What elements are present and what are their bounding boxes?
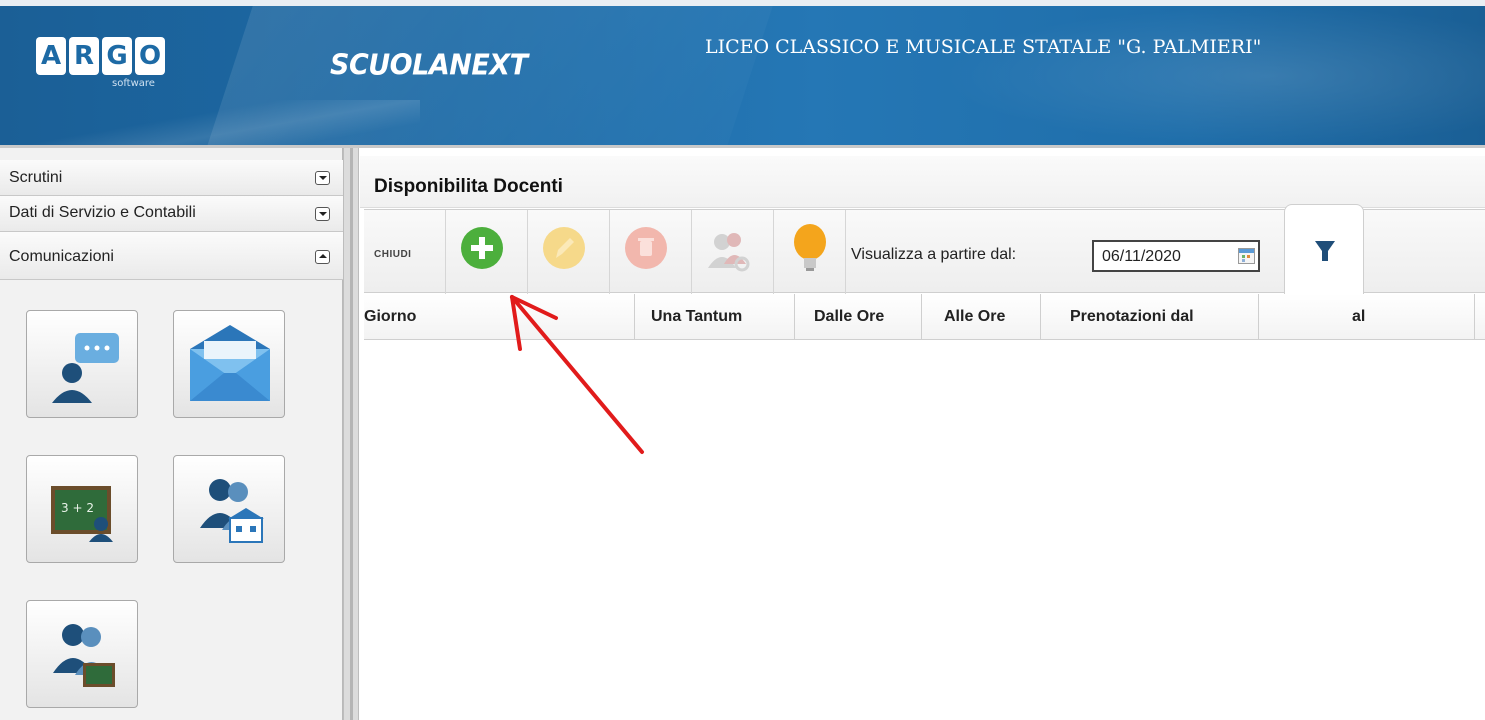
edit-icon [543,227,585,269]
column-label: Dalle Ore [814,308,885,325]
users-key-button[interactable] [692,210,774,294]
tile-messaggi[interactable] [173,310,285,418]
sidebar-menu-label: Comunicazioni [9,248,114,265]
column-header-dalle-ore[interactable]: Dalle Ore [795,294,922,340]
logo-letter: R [69,37,99,75]
close-button-label: CHIUDI [374,249,412,260]
add-icon [461,227,503,269]
tile-ricevimento[interactable]: 3 + 2 [26,455,138,563]
toolbar: CHIUDI Visualizza a partire dal: 06/11/2… [364,204,1485,296]
sidebar-menu-label: Dati di Servizio e Contabili [9,204,196,221]
tile-classe[interactable] [26,600,138,708]
logo-subtitle: software [112,78,155,89]
delete-icon [625,227,667,269]
school-name: LICEO CLASSICO E MUSICALE STATALE "G. PA… [705,36,1262,58]
delete-button[interactable] [610,210,692,294]
filter-tab[interactable] [1284,204,1364,296]
app-header: A R G O software SCUOLANEXT LICEO CLASSI… [0,0,1485,148]
header-decoration [0,100,420,145]
start-date-value: 06/11/2020 [1102,248,1181,265]
info-button[interactable] [774,210,846,294]
column-label: Prenotazioni dal [1070,308,1194,325]
blackboard-teacher-icon: 3 + 2 [51,486,113,542]
sidebar: Scrutini Dati di Servizio e Contabili Co… [0,148,343,720]
column-header-al[interactable]: al [1259,294,1475,340]
tile-genitori[interactable] [173,455,285,563]
splitter-handle[interactable] [350,148,353,720]
svg-text:3 + 2: 3 + 2 [61,501,94,515]
column-label: Una Tantum [651,308,743,325]
column-header-prenotazioni-dal[interactable]: Prenotazioni dal [1041,294,1259,340]
table-header: Giorno Una Tantum Dalle Ore Alle Ore Pre… [364,294,1485,340]
column-header-una-tantum[interactable]: Una Tantum [635,294,795,340]
filter-icon [1315,241,1335,261]
people-blackboard-icon [53,624,115,687]
panel-splitter[interactable] [343,148,359,720]
start-date-field[interactable]: 06/11/2020 [1092,240,1260,272]
chat-person-icon [52,333,119,403]
sidebar-menu-dati-servizio[interactable]: Dati di Servizio e Contabili [0,196,343,232]
collapse-icon[interactable] [315,250,330,264]
users-key-icon [708,233,750,272]
edit-button[interactable] [528,210,610,294]
column-header-alle-ore[interactable]: Alle Ore [922,294,1041,340]
panel-title-bar: Disponibilita Docenti [360,156,1485,208]
logo-letter: O [135,37,165,75]
logo-letter: A [36,37,66,75]
column-label: al [1352,308,1366,325]
date-filter-label: Visualizza a partire dal: [851,246,1017,263]
expand-icon[interactable] [315,207,330,221]
add-button[interactable] [446,210,528,294]
tile-bacheca[interactable] [26,310,138,418]
brand-name: SCUOLANEXT [330,49,528,82]
column-header-giorno[interactable]: Giorno [364,294,635,340]
expand-icon[interactable] [315,171,330,185]
argo-logo: A R G O [36,37,165,75]
page-title: Disponibilita Docenti [374,176,563,197]
main-panel: Disponibilita Docenti CHIUDI Visualizza … [360,148,1485,720]
sidebar-menu-comunicazioni[interactable]: Comunicazioni [0,232,343,280]
column-label: Alle Ore [944,308,1006,325]
logo-letter: G [102,37,132,75]
header-decoration [940,6,1485,145]
lightbulb-icon [794,224,826,271]
calendar-icon[interactable] [1238,248,1255,264]
table-body [364,341,1485,720]
sidebar-menu-scrutini[interactable]: Scrutini [0,160,343,196]
envelope-icon [190,325,270,401]
sidebar-menu-label: Scrutini [9,169,63,186]
people-school-icon [200,479,264,543]
close-button[interactable]: CHIUDI [364,210,446,294]
column-label: Giorno [364,308,417,325]
